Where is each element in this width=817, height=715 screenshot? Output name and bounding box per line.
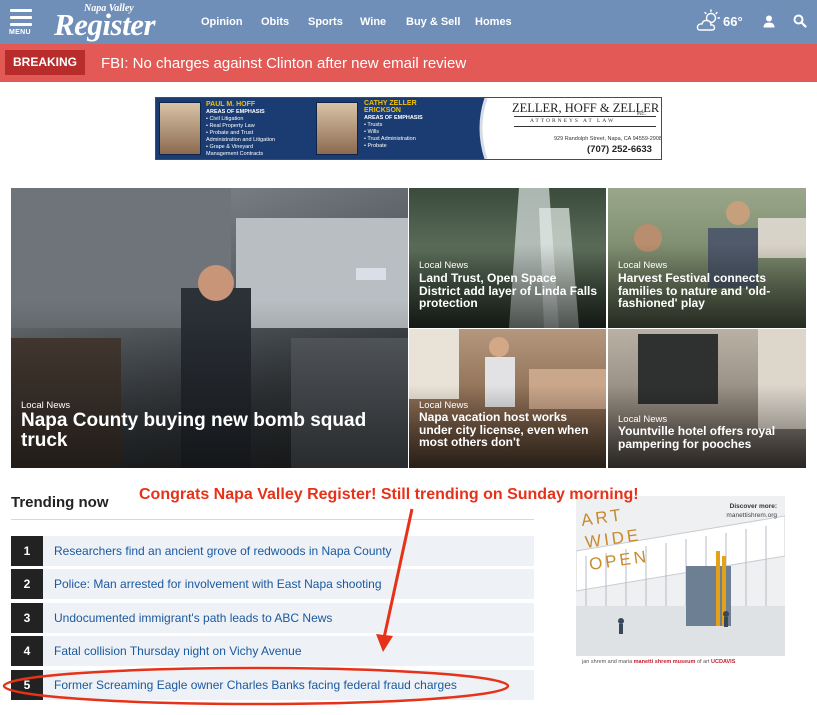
nav-link-opinion[interactable]: Opinion [201,16,243,28]
divider [514,116,656,117]
trending-rank: 5 [11,670,43,700]
firm-tagline: ATTORNEYS AT LAW [530,118,616,124]
trending-item[interactable]: 1 Researchers find an ancient grove of r… [11,536,534,566]
breaking-headline[interactable]: FBI: No charges against Clinton after ne… [101,55,466,72]
logo-main-text: Register [54,7,156,42]
trending-link[interactable]: Police: Man arrested for involvement wit… [54,577,382,591]
attorney2-emphasis: AREAS OF EMPHASIS [364,115,423,121]
story-category[interactable]: Local News [419,260,468,271]
breaking-badge: BREAKING [5,50,85,75]
top-nav: MENU Napa Valley Register Opinion Obits … [0,0,817,44]
trending-link[interactable]: Undocumented immigrant's path leads to A… [54,611,332,625]
story-category[interactable]: Local News [618,260,667,271]
trending-link[interactable]: Fatal collision Thursday night on Vichy … [54,644,302,658]
trending-rank: 1 [11,536,43,566]
ad-attorneys-panel: PAUL M. HOFF AREAS OF EMPHASIS • Civil L… [156,98,479,159]
menu-button[interactable]: MENU [9,9,37,39]
nav-link-wine[interactable]: Wine [360,16,386,28]
story-headline[interactable]: Napa County buying new bomb squad truck [21,411,401,451]
side-ad[interactable]: ART WIDE OPEN Discover more: manettishre… [576,496,785,668]
page: MENU Napa Valley Register Opinion Obits … [0,0,817,715]
site-logo[interactable]: Napa Valley Register [54,2,184,42]
story-card[interactable]: Local News Napa vacation host works unde… [409,329,606,468]
trending-link[interactable]: Former Screaming Eagle owner Charles Ban… [54,678,457,692]
trending-item[interactable]: 4 Fatal collision Thursday night on Vich… [11,636,534,666]
nav-link-sports[interactable]: Sports [308,16,343,28]
attorney2-name-line1: CATHY ZELLER [364,100,417,107]
ad-banner[interactable]: PAUL M. HOFF AREAS OF EMPHASIS • Civil L… [155,97,662,160]
trending-rank: 4 [11,636,43,666]
breaking-news-bar: BREAKING FBI: No charges against Clinton… [0,44,817,82]
trending-rank: 3 [11,603,43,633]
story-card-main[interactable]: Local News Napa County buying new bomb s… [11,188,408,468]
attorney-photo [159,102,201,155]
divider [514,126,656,127]
trending-item[interactable]: 3 Undocumented immigrant's path leads to… [11,603,534,633]
nav-link-homes[interactable]: Homes [475,16,512,28]
side-ad-discover: Discover more: manettishrem.org [726,503,777,519]
annotation-text: Congrats Napa Valley Register! Still tre… [139,486,639,503]
temperature: 66° [723,14,743,29]
story-card[interactable]: Local News Harvest Festival connects fam… [608,188,806,328]
story-headline[interactable]: Napa vacation host works under city lice… [419,411,599,449]
ad-divider-shape [474,98,488,159]
attorney2-areas: • Trusts • Wills • Trust Administration … [364,122,416,149]
story-card[interactable]: Local News Land Trust, Open Space Distri… [409,188,606,328]
nav-link-obits[interactable]: Obits [261,16,289,28]
divider [11,519,534,520]
firm-phone: (707) 252-6633 [587,144,652,155]
story-headline[interactable]: Harvest Festival connects families to na… [618,272,798,310]
story-headline[interactable]: Land Trust, Open Space District add laye… [419,272,599,310]
story-headline[interactable]: Yountville hotel offers royal pampering … [618,425,798,450]
search-icon[interactable] [793,14,807,28]
attorney2-name-line2: ERICKSON [364,107,401,114]
trending-title: Trending now [11,494,109,511]
partly-cloudy-icon [696,9,721,31]
trending-item[interactable]: 2 Police: Man arrested for involvement w… [11,569,534,599]
user-icon[interactable] [763,15,775,28]
menu-label: MENU [9,29,31,36]
hamburger-icon [9,9,37,26]
firm-address: 929 Randolph Street, Napa, CA 94559-2908 [554,136,662,142]
attorney1-name: PAUL M. HOFF [206,101,256,108]
trending-rank: 2 [11,569,43,599]
side-ad-image: ART WIDE OPEN [576,496,785,668]
trending-item[interactable]: 5 Former Screaming Eagle owner Charles B… [11,670,534,700]
trending-link[interactable]: Researchers find an ancient grove of red… [54,544,392,558]
story-card[interactable]: Local News Yountville hotel offers royal… [608,329,806,468]
nav-link-buy-sell[interactable]: Buy & Sell [406,16,460,28]
side-ad-footer: jan shrem and maria manetti shrem museum… [576,656,785,668]
attorney-photo [316,102,358,155]
attorney1-areas: • Civil Litigation • Real Property Law •… [206,116,276,157]
attorney1-emphasis: AREAS OF EMPHASIS [206,109,265,115]
